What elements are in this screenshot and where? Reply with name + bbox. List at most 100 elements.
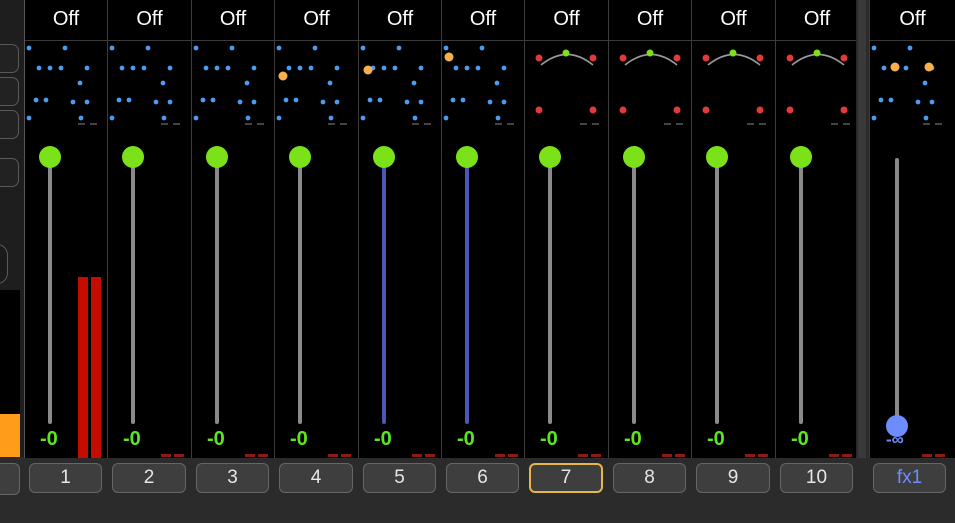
fader-track[interactable] — [715, 164, 719, 424]
fader-handle[interactable] — [206, 146, 228, 168]
fader[interactable]: -0 — [108, 128, 191, 458]
panner[interactable] — [525, 42, 608, 128]
gain-readout: -0 — [123, 428, 141, 450]
fader-track[interactable] — [131, 164, 135, 424]
pan-speaker-dot — [225, 65, 231, 71]
fader-handle[interactable] — [706, 146, 728, 168]
channel-select-button-7[interactable]: 7 — [529, 463, 603, 493]
fader-handle[interactable] — [122, 146, 144, 168]
channel-mute-toggle[interactable]: Off — [609, 0, 691, 41]
channel-strip-1: Off -0 — [24, 0, 107, 458]
gain-readout: -∞ — [886, 430, 904, 449]
fader[interactable]: -0 — [776, 128, 858, 458]
panner[interactable] — [108, 42, 191, 128]
channel-strip-7: Off -0 — [524, 0, 608, 458]
channel-mute-toggle[interactable]: Off — [776, 0, 858, 41]
pan-speaker-dot — [130, 65, 136, 71]
panner[interactable] — [609, 42, 691, 128]
panner[interactable] — [25, 42, 107, 128]
panner[interactable] — [359, 42, 441, 128]
panner[interactable] — [275, 42, 358, 128]
pan-speaker-dot — [418, 65, 424, 71]
fader-handle[interactable] — [289, 146, 311, 168]
channel-mute-toggle[interactable]: Off — [442, 0, 524, 41]
fader-track[interactable] — [215, 164, 219, 424]
channel-mute-toggle[interactable]: Off — [25, 0, 107, 41]
fader[interactable]: -0 — [692, 128, 775, 458]
gain-readout: -0 — [40, 428, 58, 450]
channel-select-button-10[interactable]: 10 — [780, 463, 853, 493]
panner[interactable] — [192, 42, 274, 128]
left-panel-button-3[interactable] — [0, 110, 19, 139]
fx-select-button[interactable]: fx1 — [873, 463, 946, 493]
channel-mute-toggle[interactable]: Off — [108, 0, 191, 41]
level-meter-left — [578, 454, 588, 457]
fader-track[interactable] — [632, 164, 636, 424]
fx-fader[interactable]: -∞ — [870, 128, 955, 458]
pan-speaker-dot — [43, 97, 49, 103]
panner[interactable] — [776, 42, 858, 128]
fader-track[interactable] — [895, 158, 899, 426]
channel-mute-toggle[interactable]: Off — [275, 0, 358, 41]
pan-right-dot — [756, 54, 764, 62]
fader-track[interactable] — [382, 164, 386, 424]
pan-speaker-dot — [443, 115, 449, 121]
fader[interactable]: -0 — [275, 128, 358, 458]
fader-track[interactable] — [799, 164, 803, 424]
pan-speaker-dot — [487, 99, 493, 105]
fader-handle[interactable] — [456, 146, 478, 168]
fader-handle[interactable] — [790, 146, 812, 168]
channel-strip-6: Off -0 — [441, 0, 524, 458]
panner[interactable] — [442, 42, 524, 128]
fader[interactable]: -0 — [192, 128, 274, 458]
channel-select-button-9[interactable]: 9 — [696, 463, 770, 493]
channel-select-button-2[interactable]: 2 — [112, 463, 186, 493]
left-panel-knob[interactable] — [0, 244, 8, 284]
pan-speaker-dot — [501, 65, 507, 71]
level-meter-left — [829, 454, 839, 457]
fader[interactable]: -0 — [525, 128, 608, 458]
fader-track[interactable] — [298, 164, 302, 424]
fx-panner-svg — [871, 45, 942, 125]
panner-svg — [702, 49, 766, 125]
fader-handle[interactable] — [373, 146, 395, 168]
channel-select-button-5[interactable]: 5 — [363, 463, 436, 493]
fader-track[interactable] — [48, 164, 52, 424]
channel-mute-toggle[interactable]: Off — [525, 0, 608, 41]
fx-mute-toggle[interactable]: Off — [870, 0, 955, 41]
fader-handle[interactable] — [539, 146, 561, 168]
pan-speaker-dot — [47, 65, 53, 71]
left-level-meter — [0, 414, 20, 457]
panner[interactable] — [692, 42, 775, 128]
fader[interactable]: -0 — [609, 128, 691, 458]
channel-mute-toggle[interactable]: Off — [192, 0, 274, 41]
fx-panner[interactable] — [870, 42, 955, 128]
pan-speaker-dot — [286, 65, 292, 71]
level-meter-right — [425, 454, 435, 457]
channel-mute-toggle[interactable]: Off — [359, 0, 441, 41]
fader[interactable]: -0 — [359, 128, 441, 458]
channel-select-button-4[interactable]: 4 — [279, 463, 353, 493]
fader-handle[interactable] — [39, 146, 61, 168]
left-panel-button-4[interactable] — [0, 158, 19, 187]
pan-center-dot — [813, 49, 821, 57]
fader-handle[interactable] — [623, 146, 645, 168]
fader[interactable]: -0 — [442, 128, 524, 458]
pan-speaker-dot — [229, 45, 235, 51]
level-meter-right — [591, 454, 601, 457]
fader[interactable]: -0 — [25, 128, 107, 458]
left-panel-button-1[interactable] — [0, 44, 19, 73]
channel-select-button-8[interactable]: 8 — [613, 463, 686, 493]
fader-track[interactable] — [465, 164, 469, 424]
channel-select-button-6[interactable]: 6 — [446, 463, 519, 493]
left-partial-channel-button[interactable] — [0, 463, 20, 495]
pan-speaker-dot — [878, 97, 884, 103]
channel-select-button-1[interactable]: 1 — [29, 463, 102, 493]
fader-track[interactable] — [548, 164, 552, 424]
pan-left-dot — [786, 54, 794, 62]
left-panel-button-2[interactable] — [0, 77, 19, 106]
channel-mute-toggle[interactable]: Off — [692, 0, 775, 41]
pan-speaker-dot — [145, 45, 151, 51]
panner-svg — [193, 45, 264, 125]
channel-select-button-3[interactable]: 3 — [196, 463, 269, 493]
